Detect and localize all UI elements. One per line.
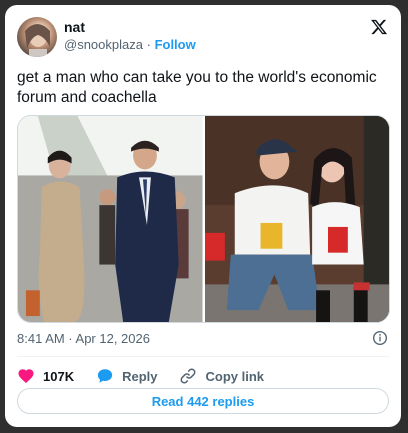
tweet-timestamp[interactable]: 8:41 AM · Apr 12, 2026 — [17, 331, 150, 346]
like-button[interactable]: 107K — [17, 367, 74, 385]
photo-left-image — [18, 116, 203, 322]
author-handle-row: @snookplaza · Follow — [64, 37, 196, 52]
like-count: 107K — [43, 368, 75, 384]
link-icon — [181, 368, 196, 384]
heart-icon — [18, 369, 34, 383]
photo-left[interactable] — [18, 116, 203, 322]
copy-link-label: Copy link — [205, 368, 264, 384]
reply-label: Reply — [122, 368, 158, 384]
read-replies-button[interactable]: Read 442 replies — [17, 388, 389, 414]
tweet-media[interactable] — [17, 115, 390, 323]
photo-right[interactable] — [204, 116, 389, 322]
x-logo-icon[interactable] — [370, 18, 388, 36]
tweet-text: get a man who can take you to the world'… — [17, 69, 377, 106]
separator: · — [146, 37, 151, 52]
copy-link-button[interactable]: Copy link — [179, 367, 264, 385]
author-name[interactable]: nat — [64, 19, 85, 35]
author-handle[interactable]: @snookplaza — [64, 37, 143, 52]
tweet-card: nat @snookplaza · Follow get a man who c… — [5, 5, 401, 427]
divider — [17, 356, 389, 357]
follow-button[interactable]: Follow — [155, 37, 196, 52]
reply-bubble-icon — [97, 369, 113, 383]
avatar[interactable] — [17, 17, 57, 57]
action-bar: 107K Reply Copy link — [17, 364, 286, 388]
photo-right-image — [204, 116, 389, 322]
info-icon[interactable] — [372, 330, 388, 346]
reply-button[interactable]: Reply — [96, 367, 157, 385]
